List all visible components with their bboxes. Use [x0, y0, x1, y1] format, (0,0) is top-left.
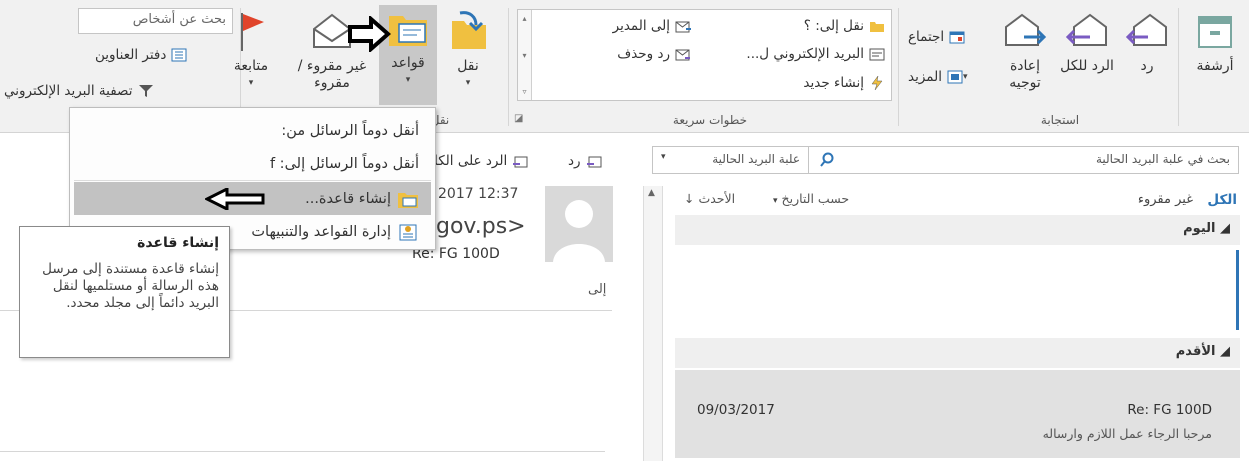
dialog-launcher-icon[interactable]: ◪ [514, 113, 523, 124]
group-header-older[interactable]: ◢ الأقدم [675, 338, 1240, 368]
lightning-icon [871, 76, 883, 90]
collapse-triangle-icon: ◢ [1220, 344, 1230, 359]
quick-step-move-to[interactable]: نقل إلى: ؟ [804, 15, 885, 37]
meeting-icon [949, 31, 965, 44]
reply-icon [1125, 13, 1167, 46]
address-book-button[interactable]: دفتر العناوين [95, 44, 187, 66]
person-icon [553, 200, 605, 262]
search-scope-dropdown[interactable]: علبة البريد الحالية ▾ [653, 147, 809, 173]
chevron-down-icon: ▾ [962, 72, 968, 82]
message-item-subject: Re: FG 100D [1127, 402, 1212, 418]
email-icon [869, 48, 885, 61]
sort-by-dropdown[interactable]: حسب التاريخ ▾ [773, 191, 849, 206]
create-rule-tooltip: إنشاء قاعدة إنشاء قاعدة مستندة إلى مرسل … [19, 226, 230, 358]
message-item-preview: مرحبا الرجاء عمل اللازم وارساله [1042, 426, 1212, 441]
move-folder-icon [452, 11, 486, 49]
reply-icon [586, 156, 602, 168]
reply-button[interactable]: رد [1121, 8, 1173, 104]
search-icon[interactable] [819, 152, 835, 168]
menu-create-rule[interactable]: إنشاء قاعدة... [74, 182, 431, 215]
arrow-annotation-icon [348, 16, 391, 52]
quick-step-to-manager[interactable]: إلى المدير [613, 15, 691, 37]
respond-group-label: استجابة [1040, 113, 1080, 127]
quick-steps-group-label: خطوات سريعة [672, 113, 748, 127]
collapse-triangle-icon: ◢ [1220, 221, 1230, 236]
envelope-forward-icon [675, 21, 691, 33]
quick-steps-gallery: ▴ ▾ ▿ نقل إلى: ؟ إلى المدير البريد الإلكتر… [517, 9, 892, 101]
sort-order-toggle[interactable]: الأحدث ↓ [684, 191, 735, 206]
arrow-down-icon: ↓ [684, 191, 695, 206]
quick-step-team-email[interactable]: البريد الإلكتروني ل... [746, 43, 885, 65]
mailbox-search-input[interactable]: بحث في علبة البريد الحالية [1096, 152, 1230, 166]
flag-icon [241, 13, 264, 51]
message-date: 2017 12:37 [438, 186, 519, 202]
reply-delete-icon [675, 49, 690, 61]
menu-always-move-from[interactable]: أنقل دوماً الرسائل من: [74, 114, 431, 147]
move-button[interactable]: نقل ▾ [443, 8, 493, 104]
filter-icon [138, 85, 153, 97]
archive-button[interactable]: أرشفة [1186, 8, 1244, 104]
rules-icon [389, 16, 427, 46]
menu-always-move-to[interactable]: أنقل دوماً الرسائل إلى: f [74, 147, 431, 180]
more-respond-button[interactable]: ▾ المزيد [908, 66, 972, 88]
arrow-annotation-icon [205, 187, 265, 210]
divider [0, 451, 605, 452]
group-header-today[interactable]: ◢ اليوم [675, 215, 1240, 245]
forward-button[interactable]: إعادة توجيه [997, 8, 1053, 104]
folder-icon [870, 22, 884, 32]
filter-unread[interactable]: غير مقروء [1138, 192, 1193, 207]
chevron-down-icon: ▾ [773, 196, 778, 206]
meeting-button[interactable]: اجتماع [908, 26, 965, 48]
message-sender: gov.ps> [436, 214, 526, 239]
forward-icon [1005, 13, 1047, 46]
to-label: إلى [588, 282, 607, 297]
address-book-icon [171, 48, 187, 62]
ribbon-separator [1178, 8, 1179, 126]
ribbon-separator [898, 8, 899, 126]
quick-step-reply-delete[interactable]: رد وحذف [617, 43, 691, 65]
reply-all-icon [513, 156, 528, 168]
archive-icon [1198, 16, 1232, 48]
tooltip-title: إنشاء قاعدة [137, 235, 219, 251]
reply-all-icon [1065, 13, 1107, 46]
manage-rules-icon [399, 224, 417, 240]
quick-step-create-new[interactable]: إنشاء جديد [803, 72, 885, 94]
message-list-scrollbar[interactable]: ▲ [643, 186, 663, 461]
message-list-item[interactable]: Re: FG 100D 09/03/2017 مرحبا الرجاء عمل … [675, 370, 1240, 458]
tooltip-body: إنشاء قاعدة مستندة إلى مرسل هذه الرسالة … [42, 261, 219, 311]
menu-separator [74, 180, 431, 181]
chevron-down-icon: ▾ [248, 78, 254, 88]
chevron-down-icon: ▾ [405, 75, 411, 85]
quick-steps-scroll[interactable]: ▴ ▾ ▿ [518, 10, 532, 100]
reading-reply-all-button[interactable]: الرد على الكل [428, 150, 528, 172]
chevron-down-icon: ▾ [465, 78, 471, 88]
message-item-date: 09/03/2017 [697, 402, 775, 418]
create-rule-icon [398, 192, 418, 208]
scroll-up-icon[interactable]: ▲ [648, 188, 655, 198]
filter-email-button[interactable]: تصفية البريد الإلكتروني [4, 80, 154, 102]
people-search-input[interactable]: بحث عن أشخاص [78, 8, 233, 34]
follow-up-button[interactable]: متابعة ▾ [222, 8, 280, 104]
more-icon [947, 70, 963, 84]
reply-all-button[interactable]: الرد للكل [1059, 8, 1115, 104]
mailbox-search-box[interactable]: بحث في علبة البريد الحالية علبة البريد ا… [652, 146, 1239, 174]
avatar [545, 186, 613, 262]
reading-reply-button[interactable]: رد [568, 150, 602, 172]
ribbon-separator [508, 8, 509, 126]
selection-indicator [1236, 250, 1239, 330]
chevron-down-icon: ▾ [661, 152, 666, 162]
filter-all[interactable]: الكل [1207, 192, 1237, 208]
